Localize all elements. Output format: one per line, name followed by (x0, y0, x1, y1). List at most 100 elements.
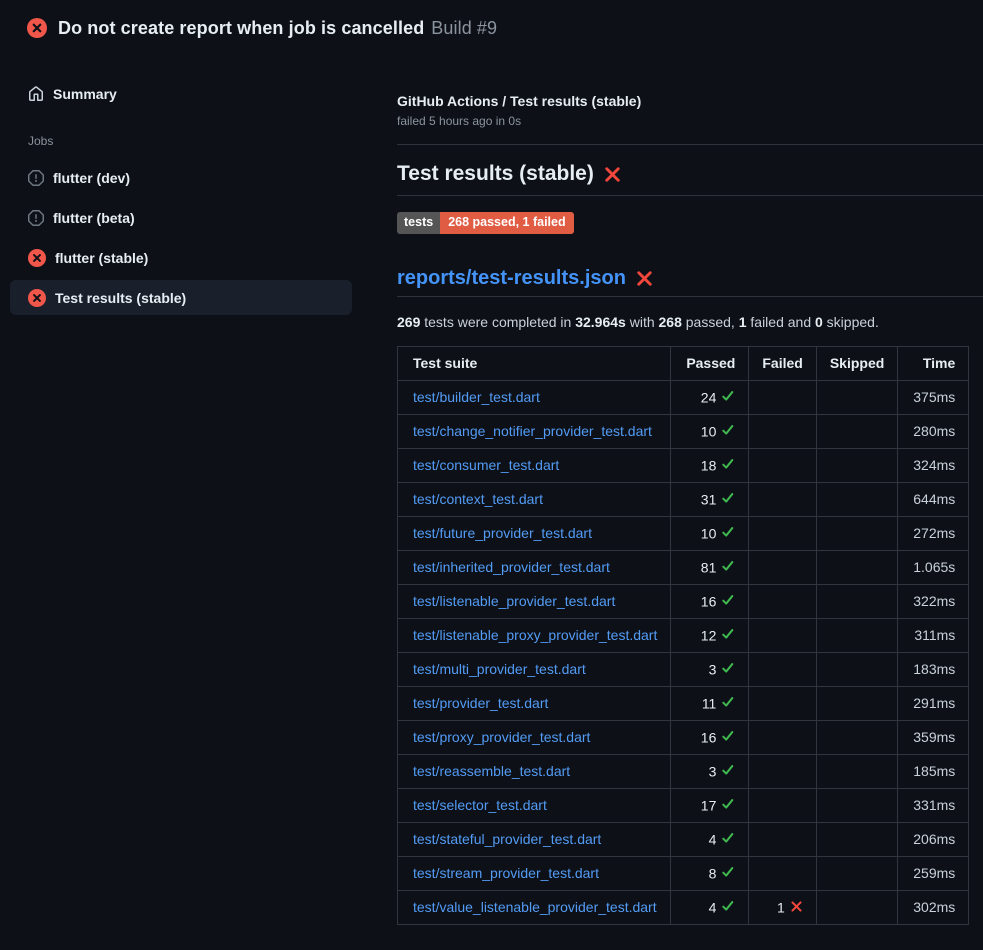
time-cell: 311ms (898, 618, 969, 652)
check-icon (721, 899, 735, 916)
test-suite-link[interactable]: test/stream_provider_test.dart (413, 865, 599, 881)
failed-cell (749, 380, 816, 414)
suite-cell: test/inherited_provider_test.dart (398, 550, 671, 584)
test-suite-link[interactable]: test/consumer_test.dart (413, 457, 559, 473)
passed-count: 24 (701, 389, 717, 405)
sidebar-job-item[interactable]: flutter (dev) (10, 160, 352, 195)
skipped-cell (816, 720, 897, 754)
check-icon (721, 525, 735, 542)
test-suite-link[interactable]: test/selector_test.dart (413, 797, 547, 813)
time-cell: 302ms (898, 890, 969, 924)
table-row: test/provider_test.dart 11 291ms (398, 686, 969, 720)
passed-cell: 17 (671, 788, 749, 822)
passed-count: 16 (701, 729, 717, 745)
time-cell: 331ms (898, 788, 969, 822)
suite-cell: test/change_notifier_provider_test.dart (398, 414, 671, 448)
test-suite-link[interactable]: test/listenable_provider_test.dart (413, 593, 615, 609)
passed-count: 3 (709, 763, 717, 779)
time-cell: 644ms (898, 482, 969, 516)
test-results-table: Test suite Passed Failed Skipped Time te… (397, 346, 969, 925)
failed-cell (749, 448, 816, 482)
skipped-cell (816, 686, 897, 720)
check-icon (721, 729, 735, 746)
test-suite-link[interactable]: test/future_provider_test.dart (413, 525, 592, 541)
check-icon (721, 627, 735, 644)
run-title: Do not create report when job is cancell… (58, 18, 497, 39)
sidebar-job-item[interactable]: flutter (beta) (10, 200, 352, 235)
column-header-skipped: Skipped (816, 346, 897, 380)
test-suite-link[interactable]: test/reassemble_test.dart (413, 763, 570, 779)
table-row: test/change_notifier_provider_test.dart … (398, 414, 969, 448)
sidebar-item-summary[interactable]: Summary (10, 76, 352, 111)
x-mark-icon (636, 270, 653, 287)
jobs-list: flutter (dev) flutter (beta) flutter (st… (10, 160, 380, 315)
suite-cell: test/consumer_test.dart (398, 448, 671, 482)
body-layout: Summary Jobs flutter (dev) flutter (beta… (0, 56, 983, 925)
check-icon (721, 661, 735, 678)
failed-cell (749, 822, 816, 856)
passed-cell: 4 (671, 822, 749, 856)
skipped-cell (816, 788, 897, 822)
check-icon (721, 593, 735, 610)
test-suite-link[interactable]: test/context_test.dart (413, 491, 543, 507)
job-label: flutter (dev) (53, 170, 130, 186)
summary-number: 0 (815, 314, 823, 330)
table-row: test/context_test.dart 31 644ms (398, 482, 969, 516)
test-suite-link[interactable]: test/change_notifier_provider_test.dart (413, 423, 652, 439)
passed-cell: 24 (671, 380, 749, 414)
sidebar-summary-label: Summary (53, 86, 117, 102)
test-suite-link[interactable]: test/stateful_provider_test.dart (413, 831, 601, 847)
skipped-cell (816, 380, 897, 414)
x-mark-icon (604, 166, 621, 183)
report-file-link[interactable]: reports/test-results.json (397, 267, 626, 290)
test-suite-link[interactable]: test/value_listenable_provider_test.dart (413, 899, 657, 915)
stop-icon (28, 210, 44, 226)
time-cell: 259ms (898, 856, 969, 890)
summary-text: failed and (747, 314, 816, 330)
tests-status-badge: tests 268 passed, 1 failed (397, 212, 574, 234)
sidebar-job-item[interactable]: flutter (stable) (10, 240, 352, 275)
skipped-cell (816, 414, 897, 448)
table-row: test/inherited_provider_test.dart 81 1.0… (398, 550, 969, 584)
table-row: test/consumer_test.dart 18 324ms (398, 448, 969, 482)
passed-count: 12 (701, 627, 717, 643)
suite-cell: test/future_provider_test.dart (398, 516, 671, 550)
time-cell: 1.065s (898, 550, 969, 584)
test-suite-link[interactable]: test/listenable_proxy_provider_test.dart (413, 627, 657, 643)
passed-cell: 18 (671, 448, 749, 482)
check-icon (721, 389, 735, 406)
sidebar-job-item[interactable]: Test results (stable) (10, 280, 352, 315)
passed-count: 81 (701, 559, 717, 575)
test-suite-link[interactable]: test/inherited_provider_test.dart (413, 559, 610, 575)
passed-count: 16 (701, 593, 717, 609)
failed-cell: 1 (749, 890, 816, 924)
test-suite-link[interactable]: test/proxy_provider_test.dart (413, 729, 590, 745)
table-row: test/listenable_proxy_provider_test.dart… (398, 618, 969, 652)
test-suite-link[interactable]: test/builder_test.dart (413, 389, 540, 405)
build-number: Build #9 (431, 18, 497, 38)
time-cell: 375ms (898, 380, 969, 414)
section-title: Test results (stable) (397, 162, 983, 186)
test-suite-link[interactable]: test/multi_provider_test.dart (413, 661, 586, 677)
test-suite-link[interactable]: test/provider_test.dart (413, 695, 548, 711)
table-row: test/value_listenable_provider_test.dart… (398, 890, 969, 924)
x-circle-icon (28, 249, 46, 267)
failed-cell (749, 550, 816, 584)
main-content: GitHub Actions / Test results (stable) f… (390, 56, 983, 925)
check-icon (721, 695, 735, 712)
table-row: test/multi_provider_test.dart 3 183ms (398, 652, 969, 686)
skipped-cell (816, 618, 897, 652)
check-icon (721, 457, 735, 474)
passed-count: 10 (701, 525, 717, 541)
time-cell: 359ms (898, 720, 969, 754)
failed-cell (749, 754, 816, 788)
failed-cell (749, 720, 816, 754)
table-row: test/proxy_provider_test.dart 16 359ms (398, 720, 969, 754)
skipped-cell (816, 754, 897, 788)
breadcrumb: GitHub Actions / Test results (stable) (397, 93, 983, 109)
passed-cell: 16 (671, 584, 749, 618)
passed-count: 4 (709, 899, 717, 915)
time-cell: 185ms (898, 754, 969, 788)
passed-count: 8 (709, 865, 717, 881)
report-title: reports/test-results.json (397, 267, 983, 290)
